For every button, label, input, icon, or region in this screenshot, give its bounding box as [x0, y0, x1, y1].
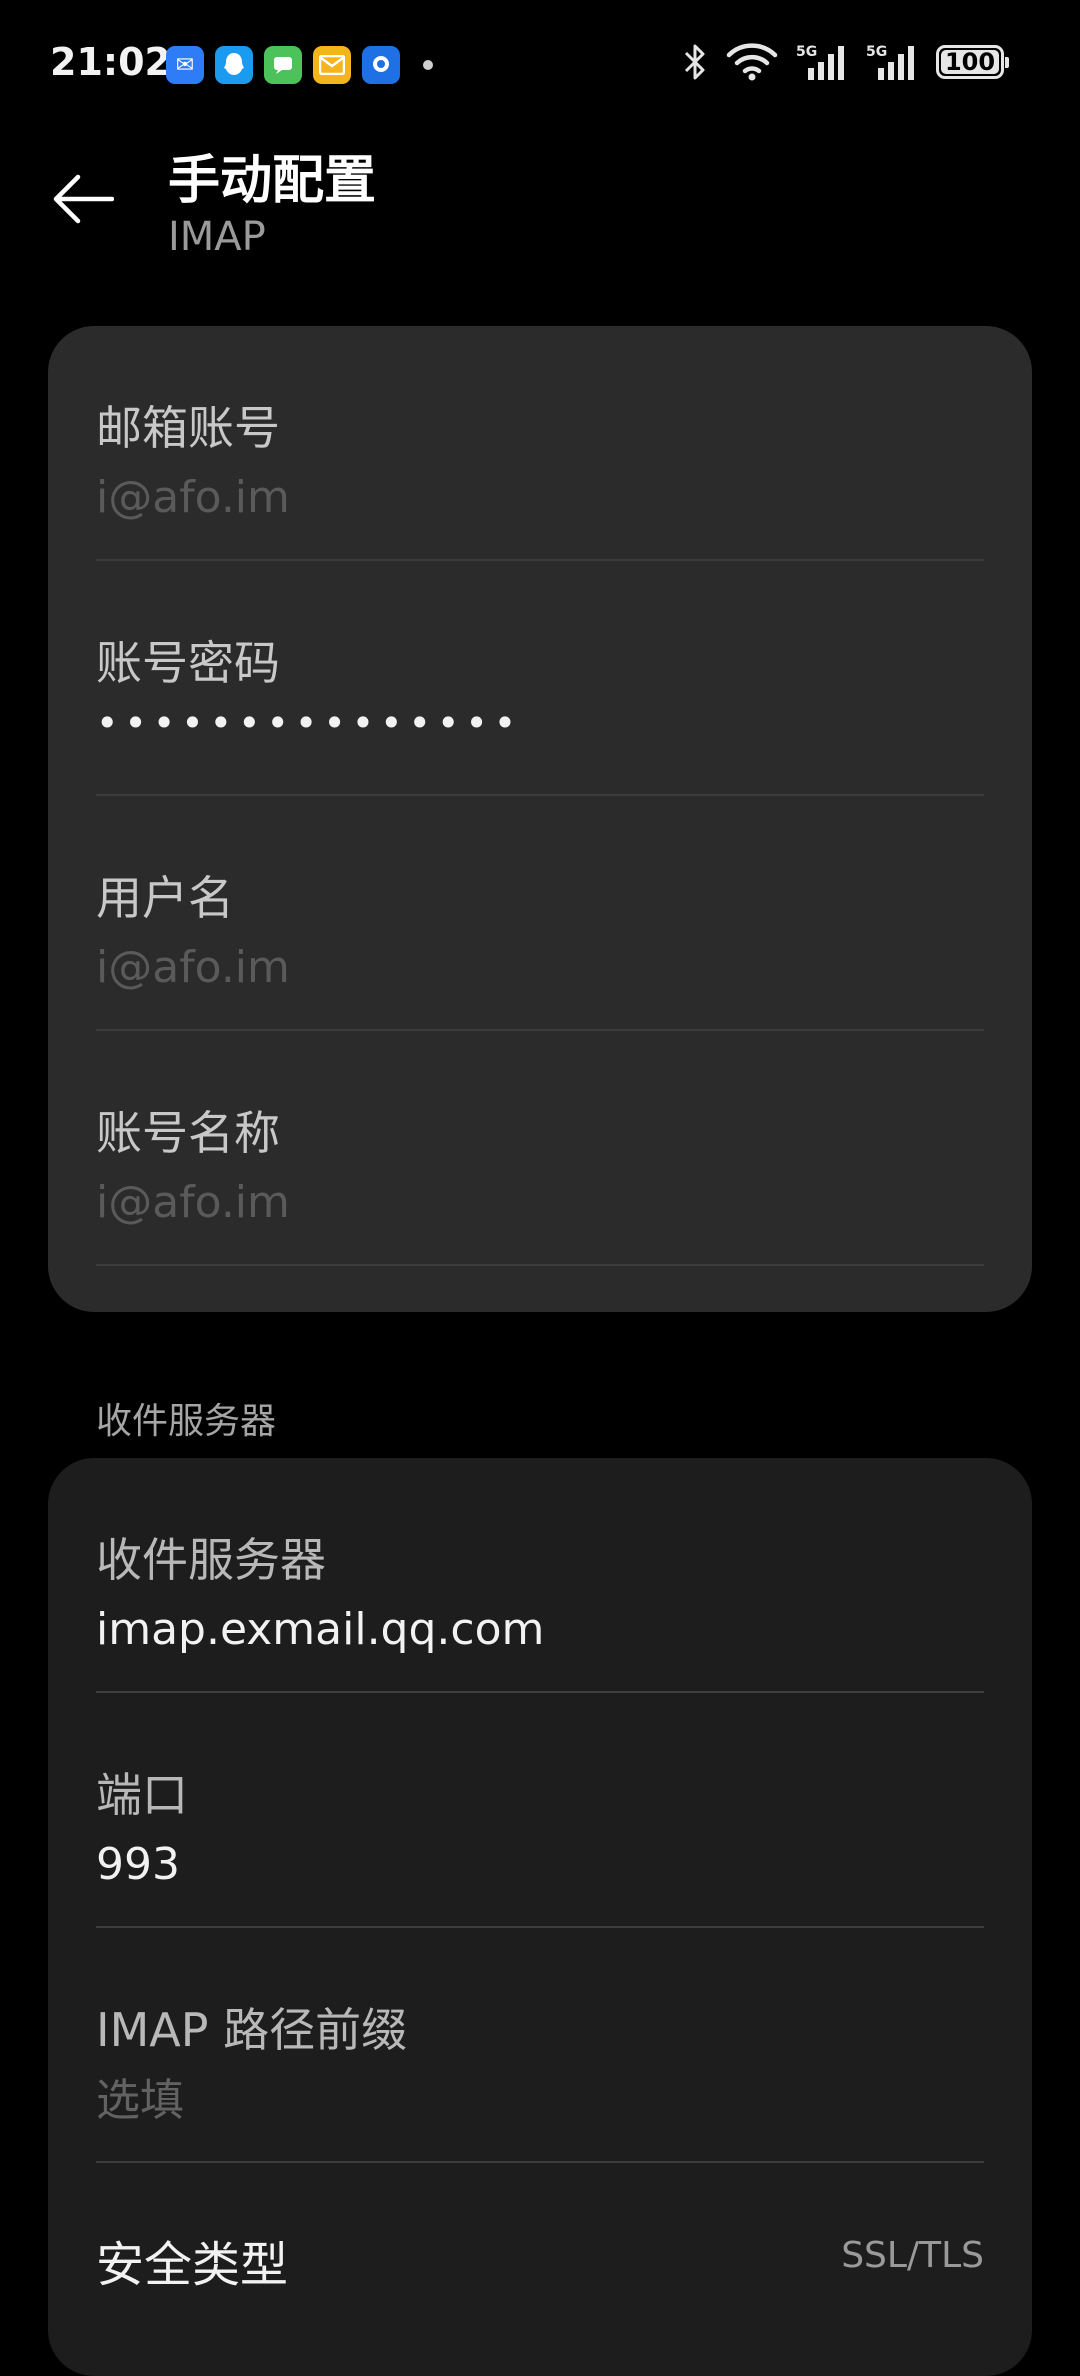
server-input[interactable]: imap.exmail.qq.com	[96, 1604, 544, 1655]
account-name-field[interactable]: 账号名称 i@afo.im	[96, 1031, 984, 1266]
battery-icon: 100	[936, 45, 1009, 79]
password-input[interactable]: •••••••••••••••	[96, 701, 522, 745]
port-field[interactable]: 端口 993	[96, 1693, 984, 1928]
security-type-value[interactable]: SSL/TLS	[841, 2235, 984, 2276]
path-prefix-label: IMAP 路径前缀	[96, 2003, 408, 2057]
back-arrow-icon	[53, 174, 114, 224]
system-icons: 5G 5G 100	[682, 42, 1009, 82]
port-input[interactable]: 993	[96, 1839, 180, 1890]
message-icon	[264, 46, 302, 84]
account-name-input[interactable]: i@afo.im	[96, 1177, 290, 1228]
signal-5g-icon: 5G	[796, 44, 844, 80]
signal-5g-icon-2: 5G	[866, 44, 914, 80]
path-prefix-input[interactable]: 选填	[96, 2064, 184, 2128]
mail-app-icon: ✉	[166, 46, 204, 84]
security-type-label: 安全类型	[96, 2237, 289, 2293]
username-field[interactable]: 用户名 i@afo.im	[96, 796, 984, 1031]
password-field[interactable]: 账号密码 •••••••••••••••	[96, 561, 984, 796]
browser-app-icon	[362, 46, 400, 84]
port-label: 端口	[96, 1768, 188, 1822]
status-bar: 21:02 ✉ 5G 5G 100	[0, 0, 1080, 128]
bluetooth-icon	[684, 44, 705, 80]
more-notifications-dot-icon	[423, 60, 433, 70]
email-label: 邮箱账号	[96, 401, 280, 455]
username-label: 用户名	[96, 871, 234, 925]
battery-level: 100	[944, 48, 996, 76]
username-input[interactable]: i@afo.im	[96, 942, 290, 993]
svg-text:5G: 5G	[866, 44, 887, 60]
svg-text:5G: 5G	[796, 44, 817, 60]
password-label: 账号密码	[96, 636, 280, 690]
server-field[interactable]: 收件服务器 imap.exmail.qq.com	[96, 1458, 984, 1693]
incoming-server-card: 收件服务器 imap.exmail.qq.com 端口 993 IMAP 路径前…	[48, 1458, 1032, 2376]
security-type-row[interactable]: 安全类型 SSL/TLS	[96, 2163, 984, 2363]
account-name-label: 账号名称	[96, 1106, 280, 1160]
email-input[interactable]: i@afo.im	[96, 472, 290, 523]
page-subtitle: IMAP	[168, 214, 266, 260]
section-title-incoming: 收件服务器	[96, 1401, 277, 1442]
email-icon	[313, 46, 351, 84]
notification-icons: ✉	[166, 46, 433, 84]
server-label: 收件服务器	[96, 1533, 326, 1587]
status-time: 21:02	[50, 40, 171, 84]
page-title: 手动配置	[168, 151, 377, 211]
wifi-icon	[726, 43, 778, 81]
email-field[interactable]: 邮箱账号 i@afo.im	[96, 326, 984, 561]
back-button[interactable]	[50, 166, 116, 232]
account-card: 邮箱账号 i@afo.im 账号密码 ••••••••••••••• 用户名 i…	[48, 326, 1032, 1312]
path-prefix-field[interactable]: IMAP 路径前缀 选填	[96, 1928, 984, 2163]
qq-icon	[215, 46, 253, 84]
